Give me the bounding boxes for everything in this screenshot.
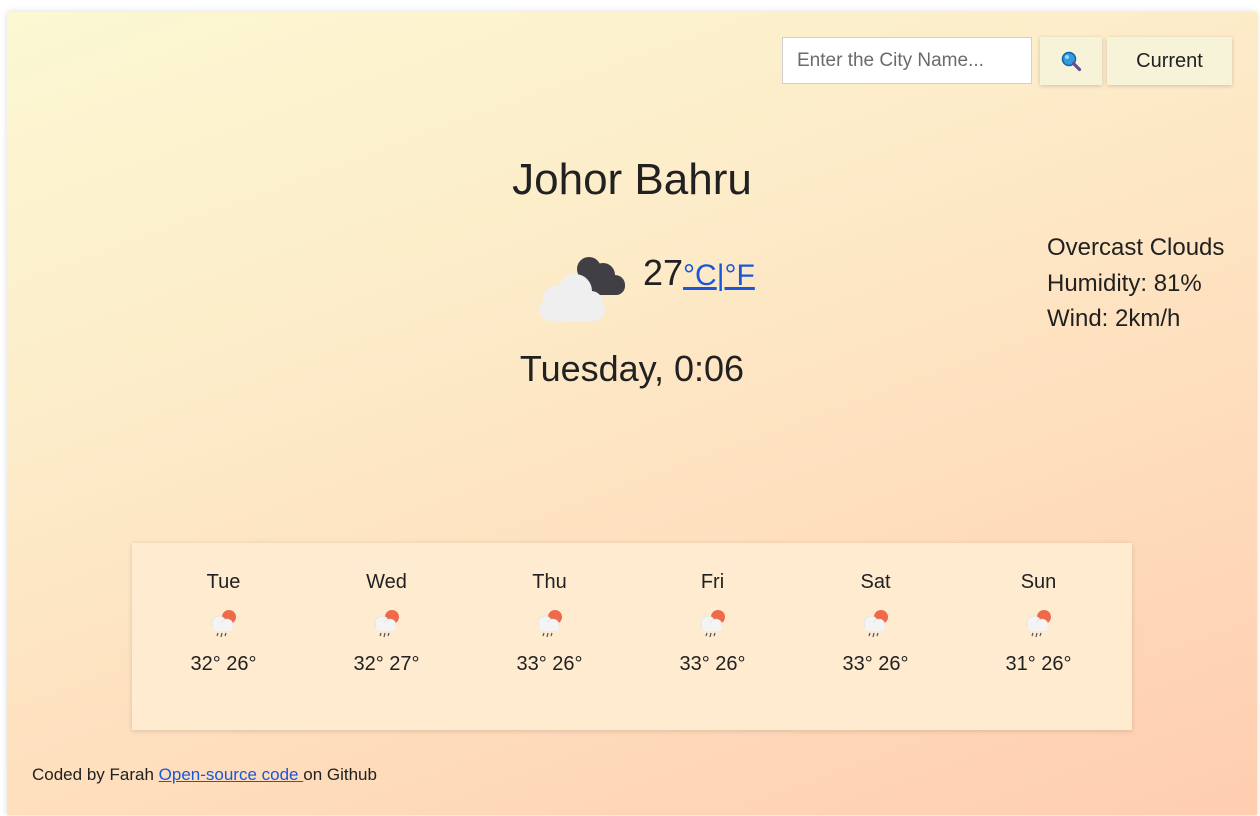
rain-icon xyxy=(1026,610,1051,638)
forecast-temps: 31° 26° xyxy=(1005,653,1072,675)
footer-suffix: on Github xyxy=(303,765,377,784)
weather-app-card: Current Johor Bahru 27°C|°F Overcast Clo… xyxy=(7,12,1257,815)
forecast-day: Thu 33° 26° xyxy=(468,543,631,730)
footer: Coded by Farah Open-source code on Githu… xyxy=(32,765,377,785)
forecast-day: Sun 31° 26° xyxy=(957,543,1120,730)
forecast-day-name: Sun xyxy=(1020,571,1057,593)
rain-icon xyxy=(700,610,725,638)
rain-icon xyxy=(537,610,562,638)
forecast-temps: 32° 26° xyxy=(190,653,257,675)
current-location-button[interactable]: Current xyxy=(1107,37,1232,85)
city-search-input[interactable] xyxy=(782,37,1032,84)
celsius-link[interactable]: °C xyxy=(683,259,717,292)
unit-separator: | xyxy=(716,259,725,292)
wind-text: Wind: 2km/h xyxy=(1047,305,1181,332)
forecast-day: Fri 33° 26° xyxy=(631,543,794,730)
rain-icon xyxy=(863,610,888,638)
forecast-day-name: Fri xyxy=(700,571,725,593)
temperature-display: 27°C|°F xyxy=(643,252,755,294)
forecast-panel: Tue 32° 26° Wed 32° 27° Thu 33° 26° Fri … xyxy=(132,543,1132,730)
cloud-icon xyxy=(539,257,625,321)
forecast-day-name: Wed xyxy=(366,571,407,593)
forecast-day-name: Sat xyxy=(860,571,891,593)
magnifier-icon xyxy=(1061,51,1082,72)
weather-details: Overcast Clouds Humidity: 81% Wind: 2km/… xyxy=(1047,230,1224,337)
weather-description: Overcast Clouds xyxy=(1047,234,1225,261)
rain-icon xyxy=(374,610,399,638)
current-datetime: Tuesday, 0:06 xyxy=(519,348,745,389)
temperature-value: 27 xyxy=(643,252,684,293)
forecast-temps: 33° 26° xyxy=(516,653,583,675)
forecast-temps: 33° 26° xyxy=(842,653,909,675)
forecast-day: Tue 32° 26° xyxy=(142,543,305,730)
source-code-link[interactable]: Open-source code xyxy=(159,765,304,784)
rain-icon xyxy=(211,610,236,638)
footer-credit: Coded by Farah xyxy=(32,765,159,784)
forecast-day-name: Tue xyxy=(206,571,241,593)
forecast-temps: 33° 26° xyxy=(679,653,746,675)
forecast-day: Sat 33° 26° xyxy=(794,543,957,730)
forecast-temps: 32° 27° xyxy=(353,653,420,675)
forecast-day-name: Thu xyxy=(532,571,567,593)
search-button[interactable] xyxy=(1040,37,1102,85)
city-name: Johor Bahru xyxy=(512,155,752,204)
humidity-text: Humidity: 81% xyxy=(1047,269,1202,297)
fahrenheit-link[interactable]: °F xyxy=(725,259,755,292)
forecast-day: Wed 32° 27° xyxy=(305,543,468,730)
